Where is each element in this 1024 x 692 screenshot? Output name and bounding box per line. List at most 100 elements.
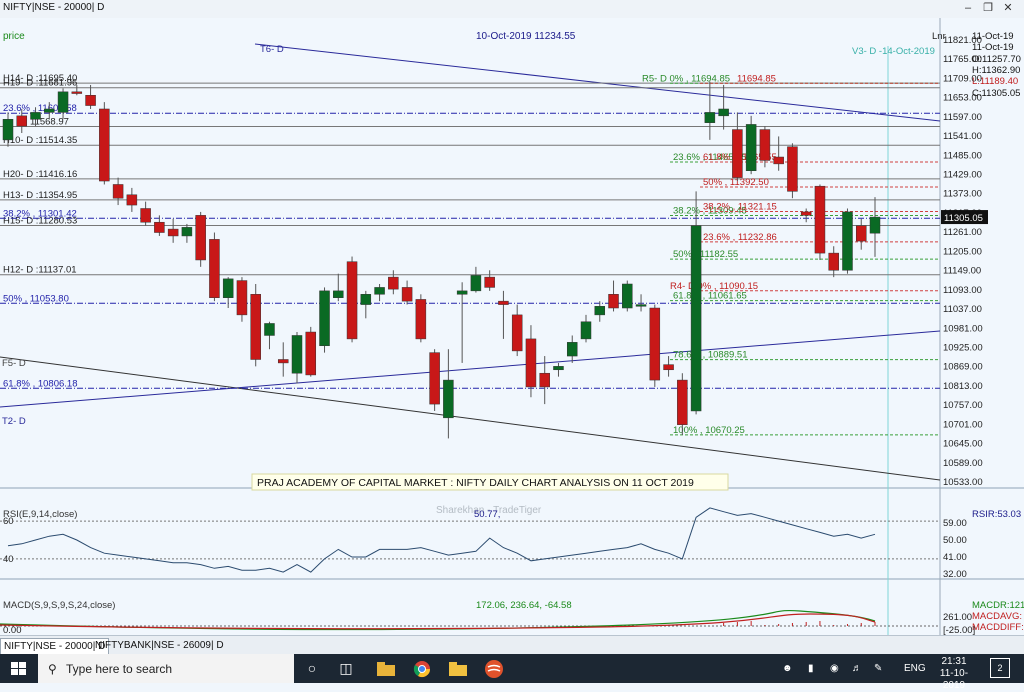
h-level-label: H13- D :11354.95 (3, 190, 77, 201)
candle-body (346, 261, 358, 340)
macd-avg-label: MACDAVG: (972, 611, 1022, 622)
candle-body (140, 208, 151, 223)
h-level-label: H10- D :11514.35 (3, 135, 77, 146)
window-title: NIFTY|NSE - 20000| D (3, 2, 105, 13)
candle-body (85, 95, 96, 106)
candle-body (828, 252, 839, 271)
candle-body (16, 115, 28, 127)
candle-body (429, 352, 440, 405)
fib-green-label: 61.8% , 11061.65 (673, 291, 747, 302)
candle-body (126, 194, 138, 206)
price-tick-label: 10757.00 (943, 400, 983, 411)
rsi-tick-label: 41.00 (943, 552, 967, 563)
windows-taskbar: ⚲ Type here to search ○ ◫ ☻ ▮ ◉ ♬ ✎ ENG … (0, 654, 1024, 691)
people-icon[interactable]: ☻ (782, 654, 793, 683)
fib-green-label: R5- D 0% , 11694.85 (642, 73, 730, 84)
price-tick-label: 10813.00 (943, 381, 983, 392)
fib-level-label: 38.2% , 11301.42 (3, 208, 77, 219)
candle-body (291, 335, 303, 374)
candle-body (44, 108, 55, 113)
candle-body (787, 146, 798, 192)
price-tick-label: 11149.00 (943, 266, 981, 277)
notifications-badge[interactable]: 2 (990, 658, 1010, 678)
candle-body (498, 300, 509, 305)
clock[interactable]: 21:31 11-10-2019 (930, 656, 978, 692)
language-indicator[interactable]: ENG (904, 654, 926, 683)
rsi-line (7, 507, 876, 573)
minimize-icon[interactable]: – (960, 1, 976, 16)
t6-label: T6- D (260, 44, 284, 55)
candle-body (333, 290, 344, 298)
price-tick-label: 11205.00 (943, 246, 982, 257)
file-explorer-icon[interactable] (370, 654, 402, 683)
price-label: price (3, 31, 25, 42)
fib-green-label: 50% , 11182.55 (673, 249, 738, 260)
candle-body (622, 283, 633, 309)
price-tick-label: 10869.00 (943, 362, 983, 373)
close-icon[interactable]: ✕ (1000, 1, 1016, 16)
candle-body (71, 91, 83, 94)
candle-body (539, 372, 550, 388)
rsi-label: RSI(E,9,14,close) (3, 509, 77, 520)
pen-icon[interactable]: ✎ (874, 654, 882, 683)
start-button[interactable] (0, 654, 38, 683)
candle-body (30, 112, 41, 120)
t2-label: T2- D (2, 416, 26, 427)
price-tick-label: 11373.00 (943, 189, 982, 200)
candle-body (181, 227, 193, 237)
candle-body (154, 221, 165, 233)
price-chart[interactable]: price 10-Oct-2019 11234.55 Lnr 11-Oct-1911-… (0, 18, 1024, 635)
candle-body (195, 215, 206, 261)
volume-icon[interactable]: ♬ (852, 654, 862, 683)
price-tick-label: 10925.00 (943, 342, 983, 353)
rsi-tick-label: 59.00 (943, 518, 967, 529)
candle-body (814, 185, 826, 254)
tab-niftybank[interactable]: NIFTYBANK|NSE - 26009| D (92, 638, 227, 653)
price-tick-label: 10533.00 (943, 477, 983, 488)
candle-body (319, 290, 330, 347)
folder-icon[interactable] (442, 654, 474, 683)
candle-body (236, 280, 248, 316)
taskbar-search[interactable]: ⚲ Type here to search (38, 654, 294, 683)
price-tick-label: 10589.00 (943, 458, 983, 469)
candle-body (374, 287, 385, 295)
candle-body (869, 216, 881, 234)
candle-body (264, 323, 275, 336)
network-icon[interactable]: ◉ (830, 654, 839, 683)
t6-trendline (254, 43, 941, 122)
candle-body (360, 294, 372, 305)
price-tick-label: 11261.00 (943, 227, 982, 238)
task-view-icon[interactable]: ◫ (330, 654, 362, 683)
fib-level-label: 50% , 11053.80 (3, 293, 69, 304)
candle-body (456, 290, 468, 295)
chart-caption: PRAJ ACADEMY OF CAPITAL MARKET : NIFTY D… (257, 477, 694, 489)
cortana-icon[interactable]: ○ (296, 654, 328, 683)
fib-green-label: 100% , 10670.25 (673, 425, 745, 436)
chrome-icon[interactable] (406, 654, 438, 683)
f5-trendline (0, 356, 941, 481)
macd-value: 172.06, 236.64, -64.58 (476, 600, 572, 611)
candle-body (388, 276, 399, 290)
fib-red-label: 38.2% , 11321.15 (703, 202, 777, 213)
candle-body (649, 307, 661, 381)
candle-body (745, 124, 757, 171)
candle-body (800, 211, 812, 216)
fib-green-label: 78.6% , 10889.51 (673, 350, 747, 361)
window-titlebar: NIFTY|NSE - 20000| D – ❐ ✕ (0, 0, 1024, 19)
candle-body (209, 239, 220, 298)
candle-body (718, 108, 729, 117)
t2-trendline (0, 330, 941, 408)
restore-icon[interactable]: ❐ (980, 1, 996, 16)
candle-body (580, 321, 592, 340)
macd-diff-label: MACDDIFF: (972, 622, 1024, 633)
candle-body (401, 287, 413, 302)
battery-icon[interactable]: ▮ (808, 654, 814, 683)
candle-body (635, 304, 647, 307)
price-tick-label: 10645.00 (943, 439, 983, 450)
candle-body (305, 331, 317, 376)
clock-time: 21:31 (941, 656, 967, 667)
chart-area[interactable]: price 10-Oct-2019 11234.55 Lnr 11-Oct-19 11-… (0, 18, 1024, 635)
price-tick-label: 11765.00 (943, 54, 982, 65)
tradetiger-icon[interactable] (478, 654, 510, 683)
candle-body (2, 119, 14, 141)
